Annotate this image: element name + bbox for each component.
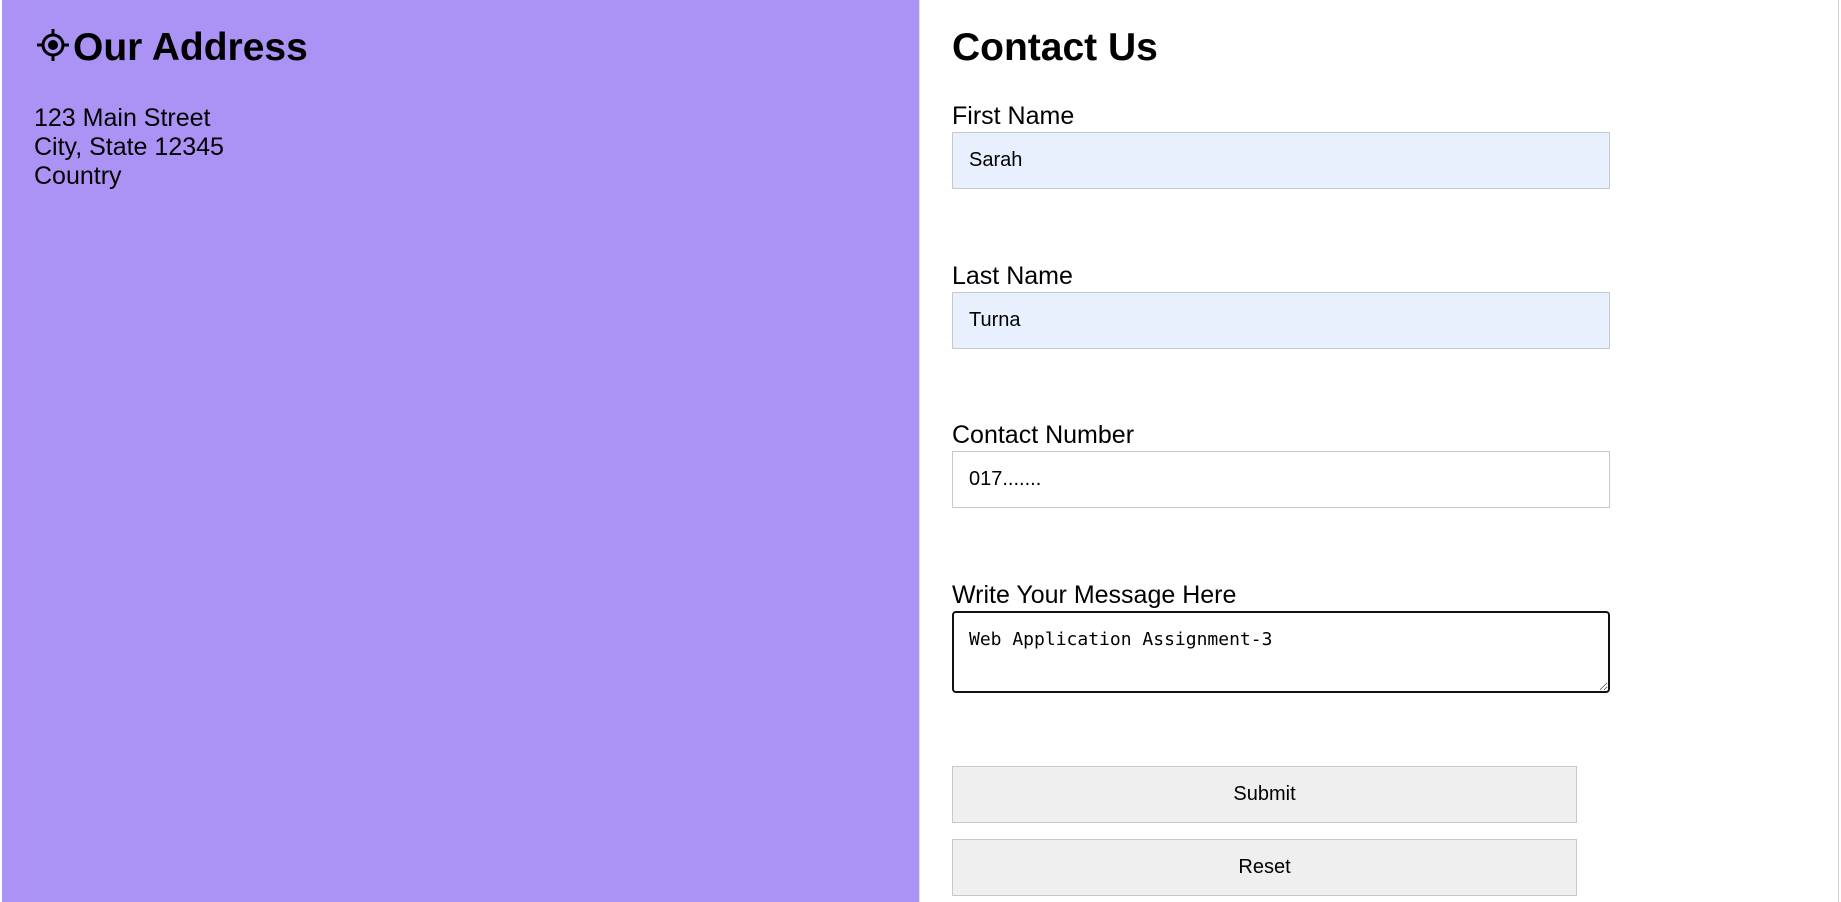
message-label: Write Your Message Here: [952, 581, 1237, 609]
address-line-country: Country: [34, 162, 122, 190]
contact-number-input[interactable]: [952, 451, 1610, 508]
address-title: Our Address: [73, 26, 308, 69]
contact-title: Contact Us: [952, 26, 1158, 69]
address-block: 123 Main Street City, State 12345 Countr…: [34, 104, 224, 191]
location-crosshair-icon: [36, 28, 70, 62]
address-line-street: 123 Main Street: [34, 104, 211, 132]
message-textarea[interactable]: Web Application Assignment-3: [952, 611, 1610, 693]
last-name-label: Last Name: [952, 262, 1073, 290]
first-name-label: First Name: [952, 102, 1075, 130]
contact-page: Our Address 123 Main Street City, State …: [0, 0, 1841, 902]
first-name-input[interactable]: [952, 132, 1610, 189]
address-panel: Our Address 123 Main Street City, State …: [2, 0, 920, 902]
submit-button[interactable]: Submit: [952, 766, 1577, 823]
address-line-city: City, State 12345: [34, 133, 224, 161]
page-right-border: [1838, 0, 1839, 902]
reset-button[interactable]: Reset: [952, 839, 1577, 896]
address-heading: Our Address: [36, 26, 308, 70]
contact-number-label: Contact Number: [952, 421, 1135, 449]
last-name-input[interactable]: [952, 292, 1610, 349]
